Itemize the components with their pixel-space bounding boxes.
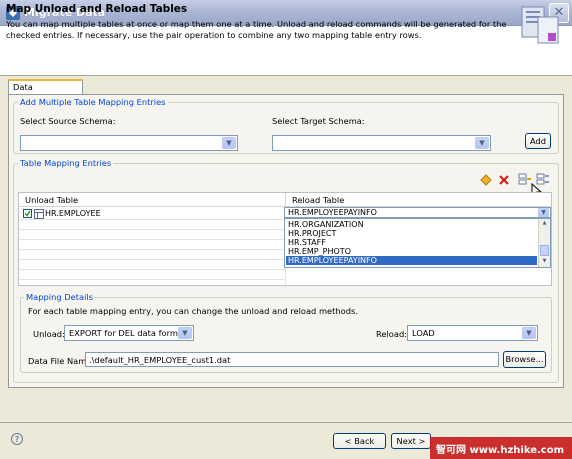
tab-data-preservation[interactable]: Data Preservation bbox=[8, 79, 83, 102]
unload-method-select[interactable]: EXPORT for DEL data format ▼ bbox=[64, 325, 194, 341]
migrate-data-icon bbox=[521, 6, 559, 44]
chevron-down-icon[interactable]: ▼ bbox=[538, 208, 549, 217]
chevron-down-icon[interactable]: ▼ bbox=[522, 327, 536, 339]
source-schema-select[interactable]: ▼ bbox=[20, 135, 238, 151]
target-schema-label: Select Target Schema: bbox=[272, 116, 365, 126]
table-row-empty bbox=[19, 240, 285, 250]
dropdown-option[interactable]: HR.ORGANIZATION bbox=[288, 220, 364, 229]
add-entry-icon[interactable] bbox=[480, 174, 492, 186]
source-schema-label: Select Source Schema: bbox=[20, 116, 116, 126]
scroll-up-icon[interactable]: ▲ bbox=[540, 220, 549, 228]
row-checkbox[interactable] bbox=[23, 209, 32, 218]
data-file-name-input[interactable]: .\default_HR_EMPLOYEE_cust1.dat bbox=[85, 352, 499, 367]
scroll-thumb[interactable] bbox=[540, 245, 549, 256]
footer-separator bbox=[0, 422, 572, 423]
pair-entries-icon[interactable] bbox=[518, 173, 532, 186]
mapping-details-group-title: Mapping Details bbox=[24, 292, 96, 302]
unload-label: Unload: bbox=[33, 329, 65, 339]
table-row-empty bbox=[19, 230, 285, 240]
reload-label: Reload: bbox=[376, 329, 408, 339]
chevron-down-icon[interactable]: ▼ bbox=[475, 137, 489, 149]
next-button[interactable]: Next > bbox=[391, 433, 431, 449]
reload-table-dropdown[interactable]: HR.ORGANIZATION HR.PROJECT HR.STAFF HR.E… bbox=[284, 218, 551, 268]
reload-table-select[interactable]: HR.EMPLOYEEPAYINFO ▼ bbox=[284, 207, 551, 218]
add-button[interactable]: Add bbox=[525, 133, 551, 149]
table-row-empty bbox=[19, 270, 285, 280]
mapping-entries-group-title: Table Mapping Entries bbox=[18, 158, 114, 168]
dropdown-option[interactable]: HR.PROJECT bbox=[288, 229, 336, 238]
data-file-name-value: .\default_HR_EMPLOYEE_cust1.dat bbox=[89, 355, 231, 365]
reload-method-select[interactable]: LOAD ▼ bbox=[407, 325, 538, 341]
mapping-details-description: For each table mapping entry, you can ch… bbox=[28, 306, 358, 316]
dropdown-option[interactable]: HR.STAFF bbox=[288, 238, 326, 247]
back-button[interactable]: < Back bbox=[333, 433, 386, 449]
scroll-down-icon[interactable]: ▼ bbox=[540, 258, 549, 266]
reload-table-value: HR.EMPLOYEEPAYINFO bbox=[288, 208, 377, 217]
table-row-empty bbox=[19, 260, 285, 270]
target-schema-select[interactable]: ▼ bbox=[272, 135, 491, 151]
checkmark-icon bbox=[24, 210, 31, 217]
column-header-reload[interactable]: Reload Table bbox=[286, 193, 551, 207]
column-header-unload[interactable]: Unload Table bbox=[19, 193, 286, 207]
dropdown-scrollbar[interactable]: ▲ ▼ bbox=[538, 219, 550, 267]
dropdown-option[interactable]: HR.EMP_PHOTO bbox=[288, 247, 351, 256]
delete-entry-icon[interactable] bbox=[498, 174, 510, 186]
add-entries-group-title: Add Multiple Table Mapping Entries bbox=[18, 97, 168, 107]
chevron-down-icon[interactable]: ▼ bbox=[178, 327, 192, 339]
reload-method-value: LOAD bbox=[412, 328, 435, 338]
dropdown-option-selected[interactable]: HR.EMPLOYEEPAYINFO bbox=[286, 256, 537, 265]
page-description: You can map multiple tables at once or m… bbox=[6, 19, 507, 40]
unload-method-value: EXPORT for DEL data format bbox=[69, 328, 187, 338]
watermark-text: 智可网 www.hzhike.com bbox=[436, 445, 565, 456]
table-row-empty bbox=[19, 220, 285, 230]
table-icon bbox=[34, 209, 44, 219]
browse-button[interactable]: Browse... bbox=[503, 351, 546, 368]
table-row-empty bbox=[19, 250, 285, 260]
help-icon[interactable]: ? bbox=[11, 433, 23, 445]
page-title: Map Unload and Reload Tables bbox=[6, 3, 188, 15]
chevron-down-icon[interactable]: ▼ bbox=[222, 137, 236, 149]
unload-table-cell: HR.EMPLOYEE bbox=[45, 209, 101, 218]
